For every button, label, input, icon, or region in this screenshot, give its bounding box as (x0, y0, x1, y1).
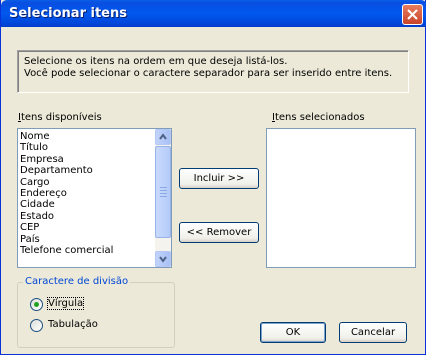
list-item[interactable]: Telefone comercial (20, 245, 113, 256)
list-item[interactable]: País (20, 234, 113, 245)
list-item[interactable]: Departamento (20, 165, 113, 176)
scroll-down-button[interactable] (155, 251, 171, 267)
dialog-window: Selecionar itens Selecione os itens na o… (0, 0, 426, 355)
window-title: Selecionar itens (9, 6, 127, 21)
list-item[interactable]: Empresa (20, 154, 113, 165)
close-x-icon (407, 9, 418, 20)
list-item[interactable]: Cargo (20, 177, 113, 188)
list-item[interactable]: Nome (20, 131, 113, 142)
remove-button[interactable]: << Remover (179, 222, 259, 243)
include-button[interactable]: Incluir >> (179, 168, 259, 189)
available-items-label: Itens disponíveis (18, 112, 102, 123)
radio-tab-label[interactable]: Tabulação (48, 319, 98, 330)
available-list-scrollbar[interactable] (155, 129, 171, 267)
close-button[interactable] (402, 4, 423, 25)
separator-group-title: Caractere de divisão (23, 276, 131, 287)
instructions-line-2: Você pode selecionar o caractere separad… (24, 68, 393, 79)
cancel-button[interactable]: Cancelar (339, 322, 407, 343)
ok-button[interactable]: OK (260, 322, 326, 343)
chevron-down-icon (159, 256, 167, 263)
available-items-list[interactable]: Nome Título Empresa Departamento Cargo Endere… (17, 128, 172, 268)
list-item[interactable]: Título (20, 142, 113, 153)
selected-items-label: Itens selecionados (272, 112, 365, 123)
instructions-box: Selecione os itens na ordem em que desej… (17, 50, 409, 93)
selected-items-list[interactable] (266, 128, 416, 268)
available-items: Nome Título Empresa Departamento Cargo Endere… (20, 131, 113, 256)
radio-comma-label[interactable]: Vírgula (46, 297, 85, 310)
chevron-up-icon (159, 133, 167, 140)
instructions-line-1: Selecione os itens na ordem em que desej… (24, 56, 288, 67)
title-bar: Selecionar itens (1, 0, 426, 27)
available-items-label-rest: tens disponíveis (20, 112, 102, 123)
radio-comma[interactable] (30, 298, 43, 311)
scrollbar-thumb[interactable] (155, 146, 171, 238)
list-item[interactable]: Estado (20, 211, 113, 222)
separator-group (17, 282, 175, 348)
list-item[interactable]: Cidade (20, 199, 113, 210)
list-item[interactable]: CEP (20, 222, 113, 233)
scroll-up-button[interactable] (155, 129, 171, 145)
selected-items-label-rest: tens selecionados (274, 112, 365, 123)
list-item[interactable]: Endereço (20, 188, 113, 199)
radio-selected-dot (34, 302, 39, 307)
radio-tab[interactable] (30, 319, 43, 332)
